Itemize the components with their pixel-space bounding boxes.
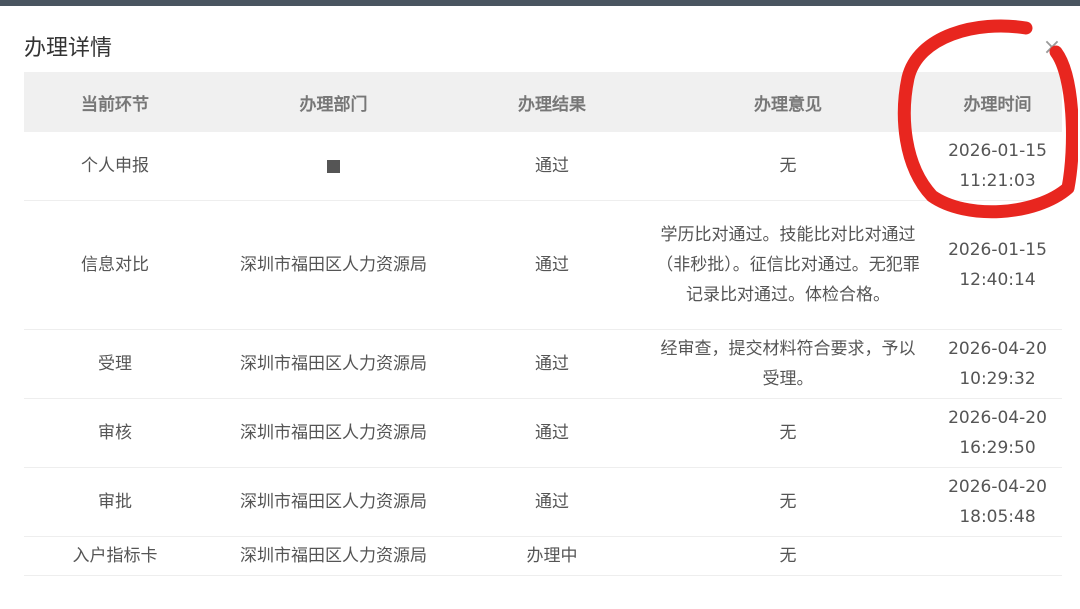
cell-date: 2026-04-20 bbox=[948, 477, 1047, 497]
table-row: 入户指标卡 深圳市福田区人力资源局 办理中 无 bbox=[24, 536, 1062, 576]
cell-time: 2026-01-15 12:40:14 bbox=[933, 200, 1062, 330]
cell-date: 2026-01-15 bbox=[948, 141, 1047, 161]
cell-step: 信息对比 bbox=[24, 200, 206, 330]
cell-result: 办理中 bbox=[461, 536, 643, 576]
cell-result: 通过 bbox=[461, 398, 643, 468]
table-row: 受理 深圳市福田区人力资源局 通过 经审查，提交材料符合要求，予以受理。 202… bbox=[24, 329, 1062, 399]
cell-clock: 16:29:50 bbox=[959, 438, 1036, 458]
close-icon[interactable]: × bbox=[1040, 36, 1064, 60]
table-header: 当前环节 办理部门 办理结果 办理意见 办理时间 bbox=[24, 72, 1062, 132]
details-table: 当前环节 办理部门 办理结果 办理意见 办理时间 个人申报 通过 无 2026-… bbox=[24, 72, 1062, 576]
header-opinion: 办理意见 bbox=[643, 72, 933, 132]
cell-opinion: 经审查，提交材料符合要求，予以受理。 bbox=[643, 329, 933, 399]
cell-step: 个人申报 bbox=[24, 132, 206, 201]
header-time: 办理时间 bbox=[933, 72, 1062, 132]
cell-opinion: 无 bbox=[643, 398, 933, 468]
cell-step: 受理 bbox=[24, 329, 206, 399]
cell-clock: 12:40:14 bbox=[959, 270, 1036, 290]
cell-clock: 10:29:32 bbox=[959, 369, 1036, 389]
cell-time: 2026-04-20 18:05:48 bbox=[933, 467, 1062, 537]
table-row: 审批 深圳市福田区人力资源局 通过 无 2026-04-20 18:05:48 bbox=[24, 467, 1062, 537]
cell-time: 2026-01-15 11:21:03 bbox=[933, 132, 1062, 201]
cell-department: 深圳市福田区人力资源局 bbox=[206, 536, 461, 576]
dialog-title: 办理详情 bbox=[24, 36, 113, 61]
cell-opinion: 无 bbox=[643, 132, 933, 201]
cell-step: 审核 bbox=[24, 398, 206, 468]
header-department: 办理部门 bbox=[206, 72, 461, 132]
cell-date: 2026-04-20 bbox=[948, 339, 1047, 359]
cell-result: 通过 bbox=[461, 329, 643, 399]
cell-result: 通过 bbox=[461, 200, 643, 330]
cell-result: 通过 bbox=[461, 467, 643, 537]
header-result: 办理结果 bbox=[461, 72, 643, 132]
redacted-square-icon bbox=[327, 159, 340, 173]
cell-clock: 18:05:48 bbox=[959, 507, 1036, 527]
cell-opinion: 学历比对通过。技能比对比对通过（非秒批）。征信比对通过。无犯罪记录比对通过。体检… bbox=[643, 200, 933, 330]
cell-date: 2026-01-15 bbox=[948, 240, 1047, 260]
cell-result: 通过 bbox=[461, 132, 643, 201]
cell-department: 深圳市福田区人力资源局 bbox=[206, 200, 461, 330]
cell-time bbox=[933, 536, 1062, 576]
header-current-step: 当前环节 bbox=[24, 72, 206, 132]
cell-clock: 11:21:03 bbox=[959, 171, 1036, 191]
cell-department: 深圳市福田区人力资源局 bbox=[206, 398, 461, 468]
table-row: 审核 深圳市福田区人力资源局 通过 无 2026-04-20 16:29:50 bbox=[24, 398, 1062, 468]
table-row: 个人申报 通过 无 2026-01-15 11:21:03 bbox=[24, 132, 1062, 201]
cell-step: 审批 bbox=[24, 467, 206, 537]
cell-step: 入户指标卡 bbox=[24, 536, 206, 576]
table-row: 信息对比 深圳市福田区人力资源局 通过 学历比对通过。技能比对比对通过（非秒批）… bbox=[24, 200, 1062, 330]
cell-opinion: 无 bbox=[643, 536, 933, 576]
cell-department bbox=[206, 132, 461, 201]
cell-department: 深圳市福田区人力资源局 bbox=[206, 467, 461, 537]
cell-time: 2026-04-20 10:29:32 bbox=[933, 329, 1062, 399]
cell-time: 2026-04-20 16:29:50 bbox=[933, 398, 1062, 468]
cell-date: 2026-04-20 bbox=[948, 408, 1047, 428]
cell-opinion: 无 bbox=[643, 467, 933, 537]
cell-department: 深圳市福田区人力资源局 bbox=[206, 329, 461, 399]
